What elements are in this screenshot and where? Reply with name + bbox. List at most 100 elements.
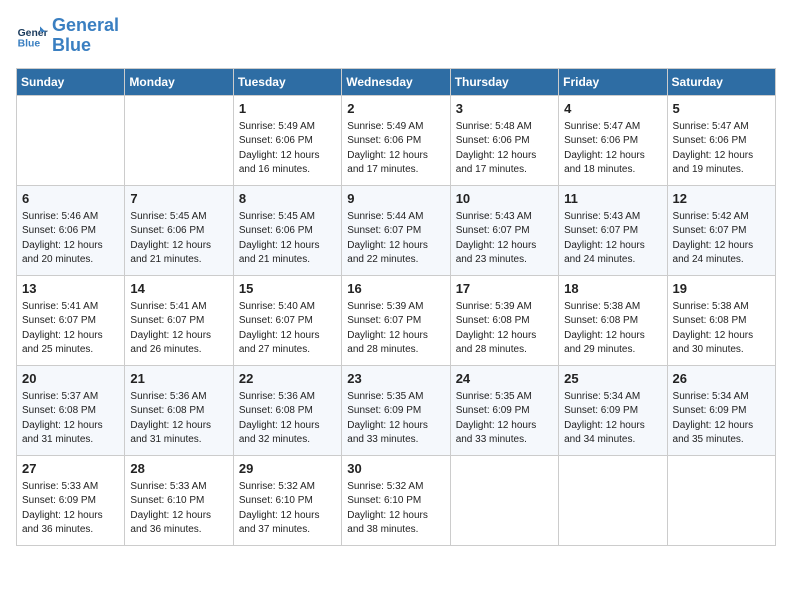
calendar-cell: 12 Sunrise: 5:42 AMSunset: 6:07 PMDayligh… [667, 185, 775, 275]
weekday-header: Friday [559, 68, 667, 95]
day-number: 9 [347, 190, 444, 208]
day-number: 1 [239, 100, 336, 118]
cell-info: Sunrise: 5:43 AMSunset: 6:07 PMDaylight:… [456, 210, 553, 268]
calendar-cell: 9Sunrise: 5:44 AMSunset: 6:07 PMDaylight… [342, 185, 450, 275]
cell-info: Sunrise: 5:41 AMSunset: 6:07 PMDaylight:… [22, 300, 119, 358]
cell-info: Sunrise: 5:42 AMSunset: 6:07 PMDaylight:… [673, 210, 770, 268]
calendar-table: SundayMondayTuesdayWednesdayThursdayFrid… [16, 68, 776, 546]
calendar-cell: 8 Sunrise: 5:45 AMSunset: 6:06 PMDaylight… [233, 185, 341, 275]
cell-info: Sunrise: 5:49 AMSunset: 6:06 PMDaylight:… [239, 120, 336, 178]
calendar-week-row: 20Sunrise: 5:37 AMSunset: 6:08 PMDayligh… [17, 365, 776, 455]
day-number: 16 [347, 280, 444, 298]
calendar-cell: 28 Sunrise: 5:33 AMSunset: 6:10 PMDayligh… [125, 455, 233, 545]
calendar-cell: 30 Sunrise: 5:32 AMSunset: 6:10 PMDayligh… [342, 455, 450, 545]
cell-info: Sunrise: 5:37 AMSunset: 6:08 PMDaylight:… [22, 390, 119, 448]
calendar-header-row: SundayMondayTuesdayWednesdayThursdayFrid… [17, 68, 776, 95]
cell-info: Sunrise: 5:43 AMSunset: 6:07 PMDaylight:… [564, 210, 661, 268]
calendar-cell [559, 455, 667, 545]
logo-icon: General Blue [16, 20, 48, 52]
day-number: 25 [564, 370, 661, 388]
cell-info: Sunrise: 5:46 AMSunset: 6:06 PMDaylight:… [22, 210, 119, 268]
calendar-cell: 25Sunrise: 5:34 AMSunset: 6:09 PMDayligh… [559, 365, 667, 455]
day-number: 24 [456, 370, 553, 388]
cell-info: Sunrise: 5:39 AMSunset: 6:07 PMDaylight:… [347, 300, 444, 358]
cell-info: Sunrise: 5:36 AMSunset: 6:08 PMDaylight:… [130, 390, 227, 448]
day-number: 3 [456, 100, 553, 118]
logo-text: General [52, 16, 119, 36]
cell-info: Sunrise: 5:33 AMSunset: 6:10 PMDaylight:… [130, 480, 227, 538]
cell-info: Sunrise: 5:32 AMSunset: 6:10 PMDaylight:… [239, 480, 336, 538]
svg-text:General: General [18, 28, 48, 39]
calendar-week-row: 13 Sunrise: 5:41 AMSunset: 6:07 PMDayligh… [17, 275, 776, 365]
calendar-cell: 6 Sunrise: 5:46 AMSunset: 6:06 PMDaylight… [17, 185, 125, 275]
calendar-cell: 22 Sunrise: 5:36 AMSunset: 6:08 PMDayligh… [233, 365, 341, 455]
cell-info: Sunrise: 5:36 AMSunset: 6:08 PMDaylight:… [239, 390, 336, 448]
day-number: 22 [239, 370, 336, 388]
calendar-cell: 15 Sunrise: 5:40 AMSunset: 6:07 PMDayligh… [233, 275, 341, 365]
calendar-cell: 2 Sunrise: 5:49 AMSunset: 6:06 PMDaylight… [342, 95, 450, 185]
cell-info: Sunrise: 5:39 AMSunset: 6:08 PMDaylight:… [456, 300, 553, 358]
day-number: 29 [239, 460, 336, 478]
cell-info: Sunrise: 5:34 AMSunset: 6:09 PMDaylight:… [673, 390, 770, 448]
cell-info: Sunrise: 5:32 AMSunset: 6:10 PMDaylight:… [347, 480, 444, 538]
cell-info: Sunrise: 5:35 AMSunset: 6:09 PMDaylight:… [456, 390, 553, 448]
weekday-header: Wednesday [342, 68, 450, 95]
calendar-cell: 3 Sunrise: 5:48 AMSunset: 6:06 PMDaylight… [450, 95, 558, 185]
day-number: 12 [673, 190, 770, 208]
calendar-cell: 20Sunrise: 5:37 AMSunset: 6:08 PMDayligh… [17, 365, 125, 455]
day-number: 28 [130, 460, 227, 478]
calendar-cell: 5 Sunrise: 5:47 AMSunset: 6:06 PMDaylight… [667, 95, 775, 185]
day-number: 14 [130, 280, 227, 298]
cell-info: Sunrise: 5:49 AMSunset: 6:06 PMDaylight:… [347, 120, 444, 178]
day-number: 13 [22, 280, 119, 298]
calendar-week-row: 6 Sunrise: 5:46 AMSunset: 6:06 PMDaylight… [17, 185, 776, 275]
calendar-cell: 19Sunrise: 5:38 AMSunset: 6:08 PMDayligh… [667, 275, 775, 365]
cell-info: Sunrise: 5:38 AMSunset: 6:08 PMDaylight:… [673, 300, 770, 358]
calendar-cell: 26 Sunrise: 5:34 AMSunset: 6:09 PMDayligh… [667, 365, 775, 455]
cell-info: Sunrise: 5:47 AMSunset: 6:06 PMDaylight:… [673, 120, 770, 178]
cell-info: Sunrise: 5:35 AMSunset: 6:09 PMDaylight:… [347, 390, 444, 448]
day-number: 17 [456, 280, 553, 298]
calendar-cell [125, 95, 233, 185]
day-number: 10 [456, 190, 553, 208]
calendar-week-row: 1 Sunrise: 5:49 AMSunset: 6:06 PMDaylight… [17, 95, 776, 185]
calendar-cell: 18 Sunrise: 5:38 AMSunset: 6:08 PMDayligh… [559, 275, 667, 365]
cell-info: Sunrise: 5:45 AMSunset: 6:06 PMDaylight:… [130, 210, 227, 268]
cell-info: Sunrise: 5:38 AMSunset: 6:08 PMDaylight:… [564, 300, 661, 358]
day-number: 11 [564, 190, 661, 208]
calendar-cell: 17 Sunrise: 5:39 AMSunset: 6:08 PMDayligh… [450, 275, 558, 365]
cell-info: Sunrise: 5:45 AMSunset: 6:06 PMDaylight:… [239, 210, 336, 268]
day-number: 8 [239, 190, 336, 208]
calendar-cell [17, 95, 125, 185]
svg-text:Blue: Blue [18, 38, 41, 49]
cell-info: Sunrise: 5:47 AMSunset: 6:06 PMDaylight:… [564, 120, 661, 178]
calendar-week-row: 27Sunrise: 5:33 AMSunset: 6:09 PMDayligh… [17, 455, 776, 545]
cell-info: Sunrise: 5:40 AMSunset: 6:07 PMDaylight:… [239, 300, 336, 358]
day-number: 4 [564, 100, 661, 118]
day-number: 26 [673, 370, 770, 388]
cell-info: Sunrise: 5:41 AMSunset: 6:07 PMDaylight:… [130, 300, 227, 358]
weekday-header: Saturday [667, 68, 775, 95]
day-number: 6 [22, 190, 119, 208]
calendar-cell: 11 Sunrise: 5:43 AMSunset: 6:07 PMDayligh… [559, 185, 667, 275]
cell-info: Sunrise: 5:48 AMSunset: 6:06 PMDaylight:… [456, 120, 553, 178]
logo-text-blue: Blue [52, 36, 119, 56]
day-number: 5 [673, 100, 770, 118]
calendar-cell: 7 Sunrise: 5:45 AMSunset: 6:06 PMDaylight… [125, 185, 233, 275]
day-number: 2 [347, 100, 444, 118]
day-number: 30 [347, 460, 444, 478]
weekday-header: Thursday [450, 68, 558, 95]
cell-info: Sunrise: 5:33 AMSunset: 6:09 PMDaylight:… [22, 480, 119, 538]
day-number: 15 [239, 280, 336, 298]
calendar-cell: 21 Sunrise: 5:36 AMSunset: 6:08 PMDayligh… [125, 365, 233, 455]
calendar-cell [450, 455, 558, 545]
calendar-cell: 24 Sunrise: 5:35 AMSunset: 6:09 PMDayligh… [450, 365, 558, 455]
weekday-header: Monday [125, 68, 233, 95]
calendar-cell: 14 Sunrise: 5:41 AMSunset: 6:07 PMDayligh… [125, 275, 233, 365]
calendar-cell: 16 Sunrise: 5:39 AMSunset: 6:07 PMDayligh… [342, 275, 450, 365]
day-number: 23 [347, 370, 444, 388]
day-number: 7 [130, 190, 227, 208]
day-number: 21 [130, 370, 227, 388]
calendar-cell: 1 Sunrise: 5:49 AMSunset: 6:06 PMDaylight… [233, 95, 341, 185]
day-number: 18 [564, 280, 661, 298]
